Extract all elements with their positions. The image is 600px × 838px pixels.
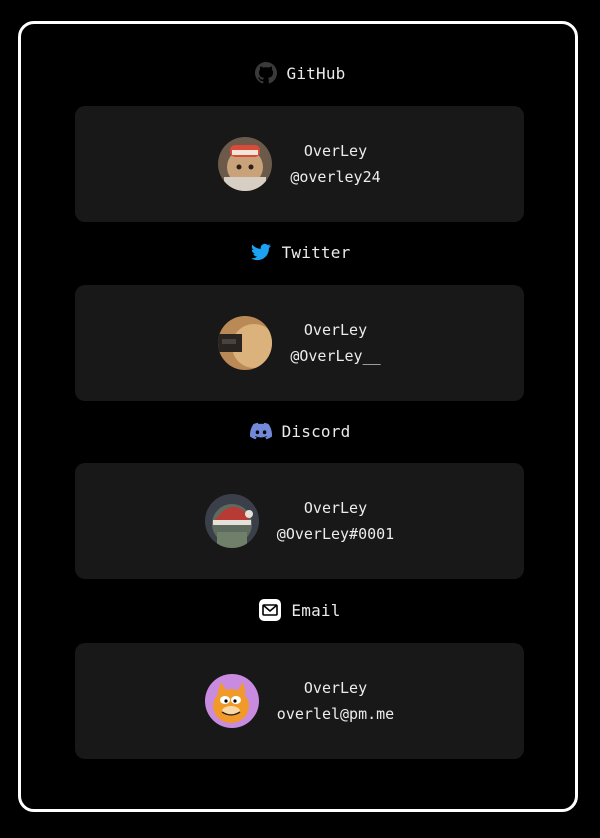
service-name-discord: Discord [281, 421, 351, 441]
twitter-card[interactable]: OverLey @OverLey__ [75, 285, 524, 401]
avatar [218, 316, 273, 370]
email-icon [259, 599, 282, 621]
display-name: OverLey [303, 499, 368, 517]
display-name: OverLey [303, 321, 368, 339]
avatar [218, 137, 273, 191]
github-card[interactable]: OverLey @overley24 [75, 106, 524, 222]
avatar [204, 674, 259, 728]
email-header: Email [0, 596, 600, 624]
github-header: GitHub [0, 59, 600, 87]
service-name-github: GitHub [286, 63, 346, 83]
discord-icon [249, 420, 272, 442]
github-handle[interactable]: @overley24 [290, 167, 380, 187]
twitter-header: Twitter [0, 238, 600, 266]
avatar [204, 494, 259, 548]
display-name: OverLey [303, 142, 368, 160]
twitter-icon [250, 241, 272, 263]
service-name-email: Email [291, 600, 341, 620]
email-card[interactable]: OverLey overlel@pm.me [75, 643, 524, 759]
service-name-twitter: Twitter [281, 242, 351, 262]
display-name: OverLey [303, 679, 368, 697]
github-icon [254, 62, 277, 84]
discord-header: Discord [0, 417, 600, 445]
discord-card[interactable]: OverLey @OverLey#0001 [75, 463, 524, 579]
discord-handle[interactable]: @OverLey#0001 [277, 524, 394, 544]
twitter-handle[interactable]: @OverLey__ [290, 346, 380, 366]
email-address[interactable]: overlel@pm.me [277, 704, 394, 724]
